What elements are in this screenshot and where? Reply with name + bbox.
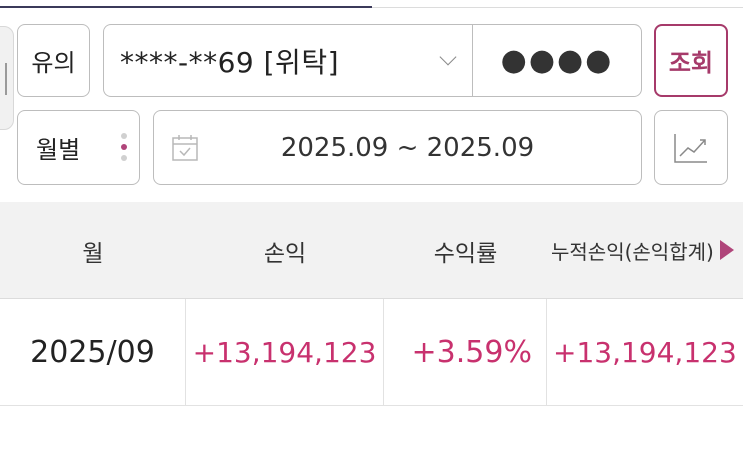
query-button-label: 조회 bbox=[668, 49, 714, 77]
date-range-picker[interactable]: 2025.09 ~ 2025.09 bbox=[153, 110, 642, 185]
cell-pnl: +13,194,123 bbox=[186, 299, 384, 406]
notice-button[interactable]: 유의 bbox=[17, 24, 90, 97]
kebab-menu-icon bbox=[121, 133, 127, 161]
scroll-right-icon[interactable] bbox=[720, 240, 734, 260]
cell-cumulative-pnl: +13,194,123 bbox=[553, 336, 737, 369]
password-mask: ●●●● bbox=[500, 43, 614, 78]
calendar-icon bbox=[172, 135, 198, 161]
date-range-text: 2025.09 ~ 2025.09 bbox=[280, 132, 535, 163]
account-number: ****-**69 [위탁] bbox=[120, 45, 340, 79]
header-month: 월 bbox=[82, 240, 104, 267]
header-cumulative-pnl: 누적손익(손익합계) bbox=[551, 240, 714, 264]
side-drawer-handle[interactable] bbox=[0, 26, 14, 130]
chart-button[interactable] bbox=[654, 110, 728, 185]
tab-indicator bbox=[0, 6, 372, 8]
notice-button-label: 유의 bbox=[31, 49, 76, 77]
account-select[interactable]: ****-**69 [위탁] bbox=[103, 24, 472, 97]
table-row[interactable]: 2025/09 +13,194,123 +3.59% +13,194,123 bbox=[0, 299, 743, 406]
chevron-down-icon bbox=[439, 48, 457, 66]
cell-return-rate: +3.59% bbox=[384, 299, 547, 406]
password-field[interactable]: ●●●● bbox=[472, 24, 642, 97]
chart-line-icon bbox=[674, 133, 707, 163]
period-label: 월별 bbox=[36, 136, 81, 164]
header-pnl: 손익 bbox=[263, 240, 307, 267]
cell-month: 2025/09 bbox=[0, 299, 186, 406]
period-select[interactable]: 월별 bbox=[17, 110, 140, 185]
query-button[interactable]: 조회 bbox=[654, 24, 728, 97]
divider bbox=[372, 7, 743, 8]
header-return-rate: 수익률 bbox=[433, 240, 498, 267]
grip-icon bbox=[5, 63, 7, 95]
table-header: 월 손익 수익률 누적손익(손익합계) bbox=[0, 202, 743, 299]
